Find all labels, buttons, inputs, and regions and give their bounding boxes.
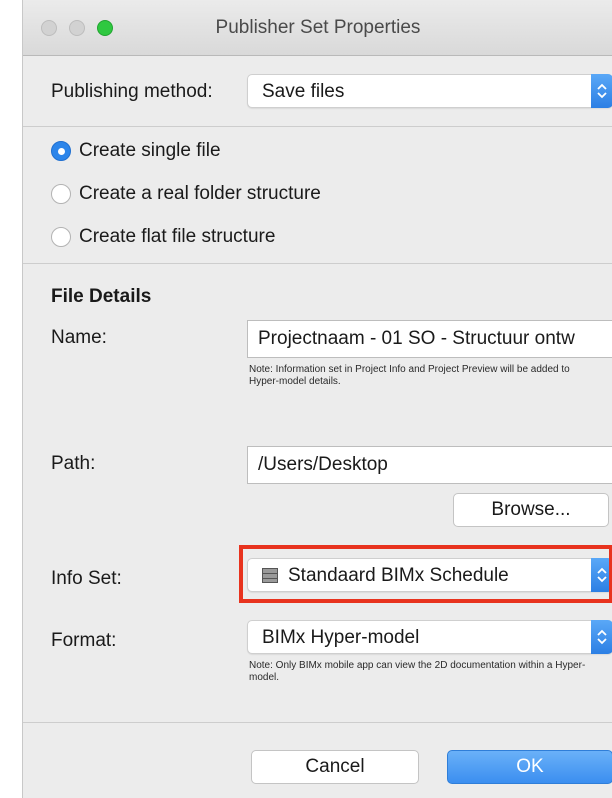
path-input[interactable] <box>248 447 612 483</box>
radio-label: Create single file <box>79 140 221 161</box>
separator <box>23 126 612 127</box>
separator <box>23 722 612 723</box>
publishing-method-label: Publishing method: <box>51 81 213 102</box>
radio-selected-icon[interactable] <box>51 141 71 161</box>
window-title: Publisher Set Properties <box>215 17 421 38</box>
separator <box>23 263 612 264</box>
name-note: Note: Information set in Project Info an… <box>249 364 570 387</box>
ok-button[interactable]: OK <box>447 750 612 784</box>
publisher-set-properties-dialog: Publisher Set Properties Publishing meth… <box>22 0 612 798</box>
format-label: Format: <box>51 630 117 651</box>
file-details-heading: File Details <box>51 286 152 307</box>
format-value: BIMx Hyper-model <box>262 627 420 648</box>
format-note: Note: Only BIMx mobile app can view the … <box>249 660 586 683</box>
format-select[interactable]: BIMx Hyper-model <box>247 620 612 654</box>
info-set-highlight-annotation <box>239 545 612 603</box>
name-field[interactable] <box>247 320 612 358</box>
radio-unselected-icon[interactable] <box>51 184 71 204</box>
path-field[interactable] <box>247 446 612 484</box>
publishing-method-select[interactable]: Save files <box>247 74 612 108</box>
radio-label: Create a real folder structure <box>79 183 321 204</box>
radio-unselected-icon[interactable] <box>51 227 71 247</box>
name-label: Name: <box>51 327 107 348</box>
radio-label: Create flat file structure <box>79 226 276 247</box>
publishing-method-stepper-icon <box>591 74 612 108</box>
format-stepper-icon <box>591 620 612 654</box>
title-bar[interactable]: Publisher Set Properties <box>23 0 612 56</box>
info-set-label: Info Set: <box>51 568 122 589</box>
publishing-method-value: Save files <box>262 81 345 102</box>
browse-button[interactable]: Browse... <box>453 493 609 527</box>
name-input[interactable] <box>248 321 612 357</box>
path-label: Path: <box>51 453 96 474</box>
cancel-button[interactable]: Cancel <box>251 750 419 784</box>
